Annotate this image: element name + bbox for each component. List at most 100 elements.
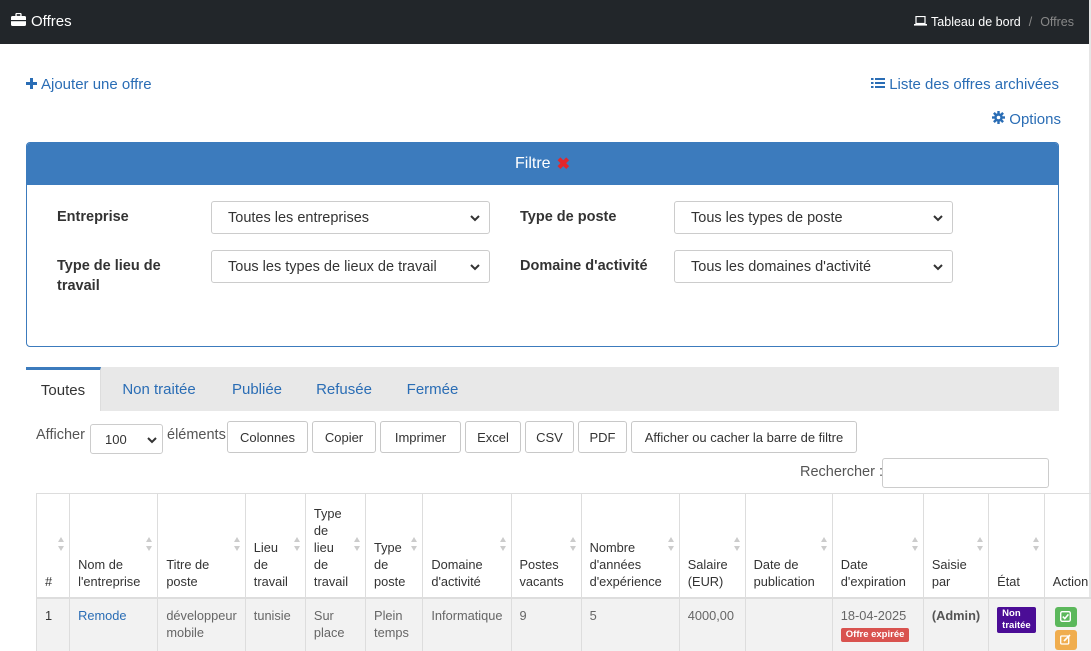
cell-location: tunisie: [245, 597, 306, 651]
domain-filter-select[interactable]: Tous les domaines d'activité: [674, 250, 953, 283]
cell-post-type: Plein temps: [365, 597, 424, 651]
pdf-button[interactable]: PDF: [578, 421, 627, 453]
sort-icon: [911, 537, 918, 551]
briefcase-icon: [11, 12, 26, 30]
close-filter-icon[interactable]: ✖: [557, 154, 570, 174]
tab-unprocessed[interactable]: Non traitée: [112, 367, 206, 411]
tab-content: Afficher 100 éléments Colonnes Copier Im…: [26, 411, 1091, 651]
page-length-select[interactable]: 100: [90, 424, 163, 454]
sort-icon: [293, 537, 300, 551]
tab-closed[interactable]: Fermée: [398, 367, 467, 411]
breadcrumb-current: Offres: [1040, 15, 1074, 29]
column-header[interactable]: Date de publication: [745, 493, 833, 599]
domain-filter-value: Tous les domaines d'activité: [691, 258, 872, 275]
entered-by-value: (Admin): [931, 607, 981, 623]
column-header[interactable]: État: [988, 493, 1045, 599]
expired-badge: Offre expirée: [840, 627, 910, 642]
archived-offers-link[interactable]: Liste des offres archivées: [871, 76, 1059, 93]
exp-date-value: 18-04-2025: [840, 607, 907, 623]
cell-action: [1044, 597, 1091, 651]
top-bar: Offres Tableau de bord / Offres: [0, 0, 1089, 44]
column-header[interactable]: Date d'expiration: [832, 493, 924, 599]
columns-button[interactable]: Colonnes: [227, 421, 308, 453]
column-header[interactable]: Action: [1044, 493, 1091, 599]
column-header[interactable]: Domaine d'activité: [422, 493, 512, 599]
column-header[interactable]: Nom de l'entreprise: [69, 493, 159, 599]
cell-pub-date: [745, 597, 833, 651]
column-header[interactable]: Type de lieu de travail: [305, 493, 367, 599]
page-length-value: 100: [105, 431, 127, 447]
column-header[interactable]: Titre de poste: [157, 493, 246, 599]
company-filter-select[interactable]: Toutes les entreprises: [211, 201, 490, 234]
search-input[interactable]: [882, 458, 1049, 488]
column-header[interactable]: Salaire (EUR): [679, 493, 746, 599]
filter-title: Filtre: [515, 155, 551, 172]
options-label: Options: [1009, 111, 1061, 128]
column-header[interactable]: #: [35, 493, 71, 599]
breadcrumb-separator: /: [1028, 15, 1033, 29]
column-header[interactable]: Type de poste: [365, 493, 424, 599]
workplace-filter-select[interactable]: Tous les types de lieux de travail: [211, 250, 490, 283]
archived-offers-label: Liste des offres archivées: [889, 76, 1059, 93]
csv-button[interactable]: CSV: [525, 421, 574, 453]
toggle-filter-bar-button[interactable]: Afficher ou cacher la barre de filtre: [631, 421, 857, 453]
chevron-down-icon: [147, 437, 157, 444]
cell-domain: Informatique: [422, 597, 512, 651]
post-type-filter-value: Tous les types de poste: [691, 209, 843, 226]
sort-icon: [733, 537, 740, 551]
chevron-down-icon: [933, 215, 943, 222]
tab-refused[interactable]: Refusée: [308, 367, 380, 411]
edit-icon: [1060, 634, 1071, 645]
page-header: Offres: [11, 12, 72, 30]
company-filter-label: Entreprise: [57, 209, 129, 225]
tab-bar: Toutes Non traitée Publiée Refusée Fermé…: [26, 367, 1059, 411]
cell-num: 1: [35, 597, 71, 651]
sort-icon: [354, 537, 361, 551]
sort-icon: [1032, 537, 1039, 551]
validate-button[interactable]: [1054, 606, 1077, 627]
sort-icon: [146, 537, 153, 551]
excel-button[interactable]: Excel: [465, 421, 521, 453]
cell-vacancies: 9: [511, 597, 582, 651]
chevron-down-icon: [470, 264, 480, 271]
sort-icon: [58, 537, 65, 551]
sort-icon: [977, 537, 984, 551]
options-link[interactable]: Options: [992, 111, 1061, 128]
workplace-filter-value: Tous les types de lieux de travail: [228, 258, 437, 275]
post-type-filter-select[interactable]: Tous les types de poste: [674, 201, 953, 234]
tab-all[interactable]: Toutes: [26, 367, 101, 411]
cell-entered-by: (Admin): [923, 597, 990, 651]
column-header[interactable]: Lieu de travail: [245, 493, 306, 599]
show-label: Afficher: [36, 427, 85, 443]
company-filter-value: Toutes les entreprises: [228, 209, 370, 226]
search-label: Rechercher :: [800, 464, 884, 480]
company-link[interactable]: Remode: [78, 608, 126, 623]
offers-tabs-panel: Toutes Non traitée Publiée Refusée Fermé…: [26, 367, 1091, 651]
entries-label: éléments: [167, 427, 226, 443]
sort-icon: [667, 537, 674, 551]
copy-button[interactable]: Copier: [312, 421, 376, 453]
laptop-icon: [914, 15, 928, 29]
domain-filter-label: Domaine d'activité: [520, 258, 648, 274]
list-icon: [871, 76, 886, 93]
sort-icon: [233, 537, 240, 551]
status-badge: Non traitée: [997, 606, 1036, 633]
column-header[interactable]: Postes vacants: [511, 493, 582, 599]
tab-published[interactable]: Publiée: [224, 367, 290, 411]
filter-header: Filtre ✖: [27, 143, 1058, 185]
cell-company: Remode: [69, 597, 159, 651]
page-title: Offres: [31, 13, 72, 30]
chevron-down-icon: [470, 215, 480, 222]
column-header[interactable]: Nombre d'années d'expérience: [581, 493, 680, 599]
cell-job-title: développeur mobile: [157, 597, 246, 651]
edit-button[interactable]: [1054, 629, 1077, 650]
breadcrumb-home[interactable]: Tableau de bord: [931, 15, 1021, 29]
print-button[interactable]: Imprimer: [380, 421, 461, 453]
table-row: 1 Remode développeur mobile tunisie Sur …: [35, 597, 1091, 651]
sort-icon: [411, 537, 418, 551]
add-offer-link[interactable]: Ajouter une offre: [26, 76, 152, 93]
sort-icon: [569, 537, 576, 551]
post-type-filter-label: Type de poste: [520, 209, 617, 225]
sort-icon: [499, 537, 506, 551]
column-header[interactable]: Saisie par: [923, 493, 990, 599]
